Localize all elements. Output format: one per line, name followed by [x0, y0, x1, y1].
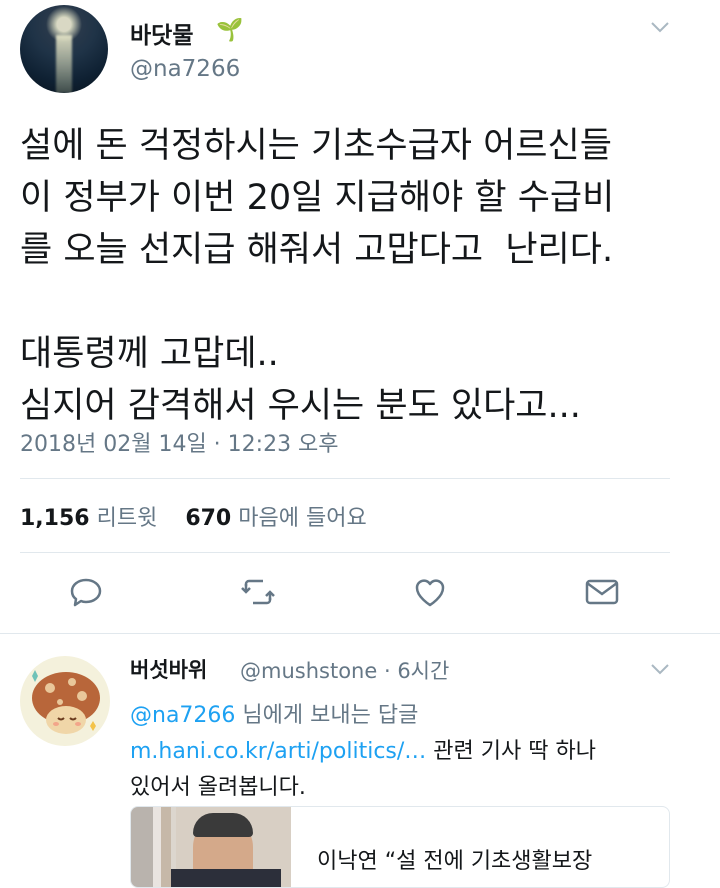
retweet-count[interactable]: 1,156: [20, 506, 90, 531]
reply-text: m.hani.co.kr/arti/politics/… 관련 기사 딱 하나 …: [130, 734, 690, 806]
card-title: 이낙연 “설 전에 기초생활보장: [317, 849, 593, 874]
reply-to-handle-link[interactable]: @na7266: [130, 703, 235, 728]
replying-to: @na7266 님에게 보내는 답글: [130, 697, 418, 729]
reply-meta: @mushstone · 6시간: [240, 655, 449, 685]
like-count[interactable]: 670: [185, 506, 231, 531]
author-avatar[interactable]: [20, 5, 108, 93]
reply-author-avatar[interactable]: [20, 656, 110, 746]
like-icon[interactable]: [410, 572, 450, 612]
reply-icon[interactable]: [66, 572, 106, 612]
like-label[interactable]: 마음에 들어요: [238, 506, 366, 531]
divider: [20, 552, 670, 553]
chevron-down-icon[interactable]: [650, 18, 670, 39]
tweet-stats: 1,156 리트윗 670 마음에 들어요: [20, 500, 367, 532]
author-name[interactable]: 바닷물: [130, 16, 193, 50]
reply-author-name[interactable]: 버섯바위: [130, 654, 207, 684]
article-thumbnail: [131, 807, 291, 887]
reply-text-line1: 관련 기사 딱 하나: [426, 739, 596, 764]
dm-icon[interactable]: [582, 572, 622, 612]
divider: [20, 478, 670, 479]
section-separator: [0, 633, 720, 640]
reply-text-line2: 있어서 올려봅니다.: [130, 775, 306, 800]
sprout-emoji: 🌱: [216, 18, 244, 43]
reply-time: · 6시간: [383, 659, 450, 683]
reply-author-handle[interactable]: @mushstone: [240, 659, 377, 683]
chevron-down-icon[interactable]: [650, 660, 670, 681]
article-link[interactable]: m.hani.co.kr/arti/politics/…: [130, 739, 426, 764]
tweet-text: 설에 돈 걱정하시는 기초수급자 어르신들 이 정부가 이번 20일 지급해야 …: [20, 126, 615, 426]
author-handle[interactable]: @na7266: [130, 56, 240, 82]
retweet-icon[interactable]: [238, 572, 278, 612]
retweet-label[interactable]: 리트윗: [97, 506, 158, 531]
reply-to-label: 님에게 보내는 답글: [235, 703, 419, 728]
tweet-timestamp: 2018년 02월 14일 · 12:23 오후: [20, 432, 339, 457]
